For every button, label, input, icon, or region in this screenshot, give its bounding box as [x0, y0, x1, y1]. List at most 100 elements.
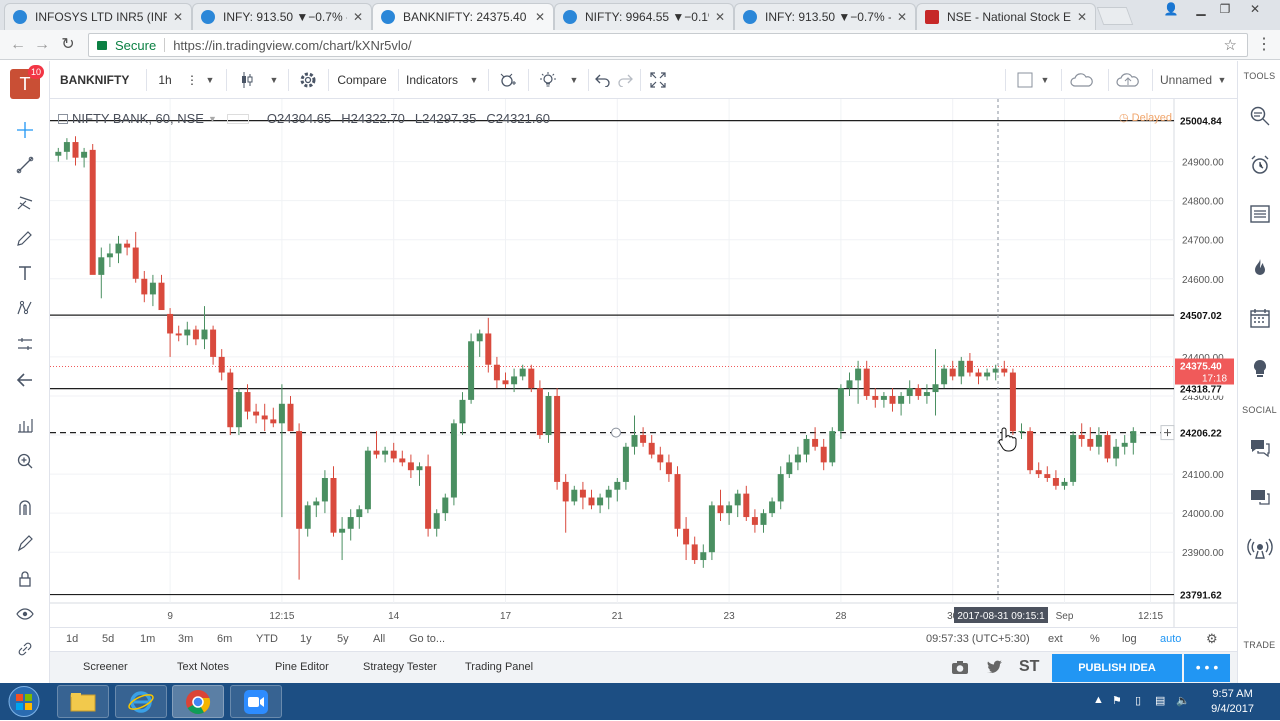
reload-icon[interactable]: ↻	[58, 35, 78, 55]
candle-body[interactable]	[55, 151, 62, 156]
trend-line-icon[interactable]	[13, 153, 37, 177]
candle-body[interactable]	[253, 411, 260, 416]
candle-body[interactable]	[1044, 474, 1051, 478]
candle-body[interactable]	[476, 333, 483, 342]
candle-body[interactable]	[81, 151, 88, 158]
candle-body[interactable]	[519, 368, 526, 377]
candle-body[interactable]	[863, 368, 870, 396]
lock-drawings-icon[interactable]	[13, 567, 37, 591]
eye-icon[interactable]	[13, 602, 37, 626]
candle-body[interactable]	[167, 313, 174, 334]
candle-body[interactable]	[149, 282, 156, 295]
stay-in-drawing-mode-icon[interactable]	[13, 531, 37, 555]
chart-pane[interactable]: 23900.0024000.0024100.0024200.0024300.00…	[50, 99, 1237, 627]
browser-menu-icon[interactable]: ⋮	[1254, 35, 1274, 55]
close-tab-icon[interactable]: ✕	[1077, 10, 1087, 24]
candle-body[interactable]	[932, 384, 939, 393]
tab-text-notes[interactable]: Text Notes	[177, 661, 229, 673]
candle-body[interactable]	[485, 333, 492, 365]
candle-body[interactable]	[949, 368, 956, 377]
candle-body[interactable]	[502, 380, 509, 385]
address-bar[interactable]: Secure https://in.tradingview.com/chart/…	[88, 33, 1248, 57]
candle-body[interactable]	[786, 462, 793, 475]
candle-body[interactable]	[459, 399, 466, 424]
new-tab-button[interactable]	[1096, 7, 1134, 25]
candle-body[interactable]	[124, 243, 131, 248]
stocktwits-icon[interactable]: ST	[1019, 658, 1039, 676]
candle-body[interactable]	[794, 454, 801, 463]
browser-tab[interactable]: INFY: 913.50 ▼−0.7% - U ✕	[192, 3, 372, 30]
price-chart[interactable]: 23900.0024000.0024100.0024200.0024300.00…	[50, 99, 1237, 627]
brush-icon[interactable]	[13, 226, 37, 250]
windows-start-icon[interactable]	[4, 685, 44, 718]
candle-body[interactable]	[915, 388, 922, 396]
zoom-video-icon[interactable]	[230, 685, 282, 718]
settings-gear-icon[interactable]	[296, 68, 320, 92]
candle-body[interactable]	[364, 450, 371, 510]
calendar-icon[interactable]	[1238, 307, 1280, 332]
candle-body[interactable]	[511, 376, 518, 385]
browser-tab[interactable]: NIFTY: 9964.55 ▼−0.1% ✕	[554, 3, 734, 30]
candle-body[interactable]	[588, 497, 595, 506]
layout-caret-icon[interactable]: ▼	[1038, 68, 1052, 92]
candle-body[interactable]	[425, 466, 432, 529]
twitter-icon[interactable]	[985, 658, 1005, 679]
candle-body[interactable]	[192, 329, 199, 340]
timezone-clock[interactable]: 09:57:33 (UTC+5:30)	[926, 633, 1030, 645]
candle-body[interactable]	[743, 493, 750, 518]
candle-body[interactable]	[717, 505, 724, 514]
cloud-download-icon[interactable]	[1068, 68, 1096, 92]
percent-scale-toggle[interactable]: %	[1090, 633, 1100, 645]
range-all[interactable]: All	[373, 633, 385, 645]
tray-flag-icon[interactable]: ⚑	[1112, 694, 1122, 707]
candle-body[interactable]	[330, 478, 337, 533]
tab-pine-editor[interactable]: Pine Editor	[275, 661, 329, 673]
candle-body[interactable]	[958, 360, 965, 377]
candle-body[interactable]	[89, 149, 96, 275]
candle-body[interactable]	[270, 419, 277, 424]
candle-body[interactable]	[966, 360, 973, 373]
browser-tab-active[interactable]: BANKNIFTY: 24375.40 ▼ ✕	[372, 3, 554, 30]
candle-body[interactable]	[356, 509, 363, 518]
tray-show-hidden-icon[interactable]: ▲	[1093, 694, 1104, 706]
candle-body[interactable]	[201, 329, 208, 340]
close-tab-icon[interactable]: ✕	[353, 10, 363, 24]
delayed-indicator[interactable]: ◷ Delayed	[1119, 111, 1172, 124]
candle-body[interactable]	[837, 388, 844, 432]
range-ytd[interactable]: YTD	[256, 633, 278, 645]
user-profile-icon[interactable]: 👤	[1160, 2, 1182, 18]
candle-body[interactable]	[769, 501, 776, 514]
candle-body[interactable]	[1130, 431, 1137, 443]
candle-body[interactable]	[244, 392, 251, 412]
candle-body[interactable]	[278, 403, 285, 424]
back-arrow-icon[interactable]: ←	[8, 35, 28, 55]
tab-strategy-tester[interactable]: Strategy Tester	[363, 661, 437, 673]
candle-body[interactable]	[1121, 442, 1128, 447]
system-clock[interactable]: 9:57 AM 9/4/2017	[1211, 687, 1254, 717]
range-3m[interactable]: 3m	[178, 633, 193, 645]
candle-body[interactable]	[648, 442, 655, 455]
candle-body[interactable]	[1001, 368, 1008, 373]
candle-body[interactable]	[1018, 431, 1025, 433]
candle-body[interactable]	[665, 462, 672, 475]
candle-body[interactable]	[984, 372, 991, 377]
candle-body[interactable]	[304, 505, 311, 529]
undo-icon[interactable]	[592, 68, 612, 92]
candle-body[interactable]	[923, 392, 930, 396]
candle-body[interactable]	[622, 446, 629, 482]
streams-broadcast-icon[interactable]	[1238, 537, 1280, 562]
candle-body[interactable]	[571, 489, 578, 502]
candle-body[interactable]	[1061, 481, 1068, 486]
candle-body[interactable]	[106, 253, 113, 258]
range-5d[interactable]: 5d	[102, 633, 114, 645]
candle-body[interactable]	[734, 493, 741, 506]
candle-body[interactable]	[468, 341, 475, 400]
candle-body[interactable]	[115, 243, 122, 254]
tray-volume-icon[interactable]: 🔈	[1176, 694, 1190, 707]
candle-body[interactable]	[347, 517, 354, 529]
legend-symbol[interactable]: NIFTY BANK, 60, NSE ▼	[58, 111, 217, 126]
candle-body[interactable]	[975, 372, 982, 377]
candle-body[interactable]	[373, 450, 380, 455]
interval-button[interactable]: 1h	[154, 68, 176, 92]
candle-body[interactable]	[906, 388, 913, 396]
